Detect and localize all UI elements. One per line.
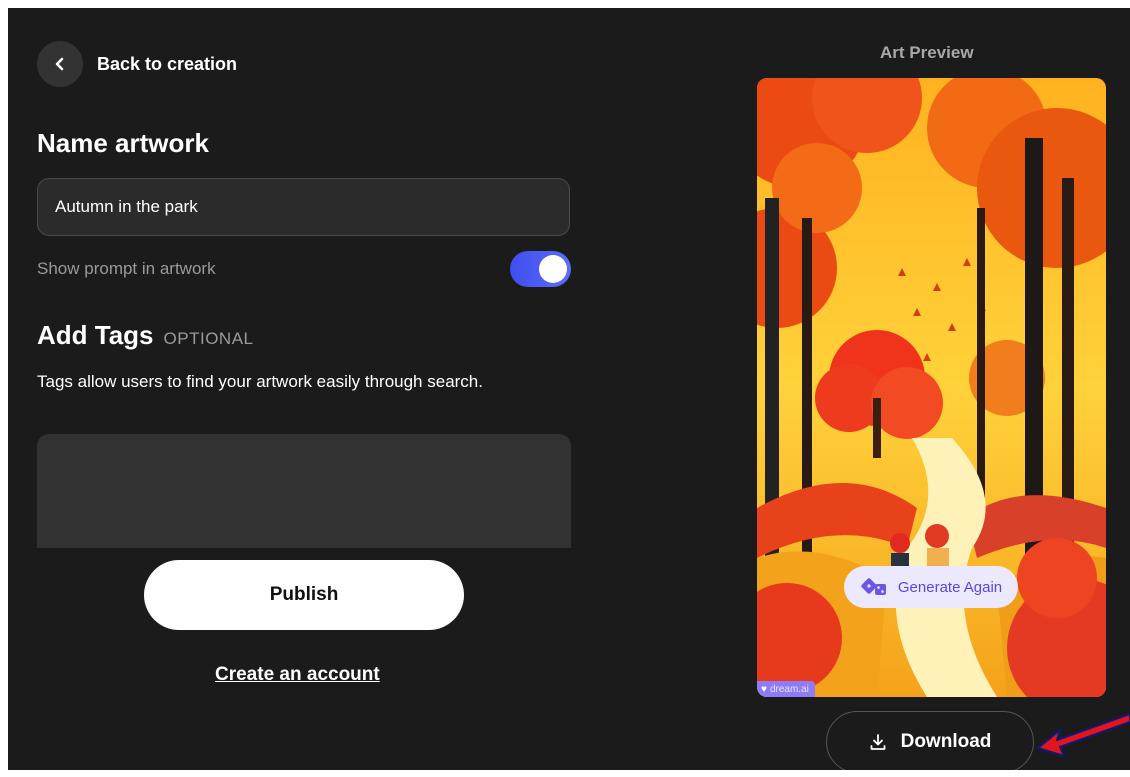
tags-input[interactable] (37, 434, 571, 548)
add-tags-title: Add Tags (37, 320, 154, 350)
create-account-link[interactable]: Create an account (215, 664, 380, 686)
app-window: Back to creation Name artwork Autumn in … (8, 8, 1130, 770)
generate-again-label: Generate Again (897, 578, 1003, 596)
show-prompt-label: Show prompt in artwork (37, 259, 216, 278)
dice-icon (860, 577, 888, 597)
back-to-creation[interactable]: Back to creation (37, 41, 237, 87)
artwork-name-input[interactable]: Autumn in the park (37, 178, 570, 236)
art-preview-image: Generate Again ♥ dream.ai (757, 78, 1106, 697)
name-artwork-heading: Name artwork (37, 128, 209, 158)
publish-button[interactable]: Publish (144, 560, 464, 630)
watermark-text: dream.ai (769, 683, 809, 695)
add-tags-heading: Add Tags OPTIONAL (37, 320, 254, 351)
red-arrow-annotation (1037, 713, 1130, 757)
art-preview-label: Art Preview (880, 43, 974, 62)
download-button[interactable]: Download (826, 711, 1034, 770)
download-icon (869, 733, 887, 751)
show-prompt-toggle[interactable] (510, 251, 571, 287)
back-label[interactable]: Back to creation (97, 54, 237, 75)
download-label: Download (900, 731, 992, 752)
dream-logo-icon: ♥ (761, 683, 767, 695)
tags-description: Tags allow users to find your artwork ea… (37, 372, 483, 391)
dream-ai-watermark: ♥ dream.ai (757, 681, 815, 697)
generate-again-button[interactable]: Generate Again (844, 566, 1018, 608)
chevron-left-icon (55, 57, 64, 71)
toggle-knob (539, 255, 567, 283)
optional-label: OPTIONAL (163, 329, 254, 348)
back-button[interactable] (37, 41, 83, 87)
